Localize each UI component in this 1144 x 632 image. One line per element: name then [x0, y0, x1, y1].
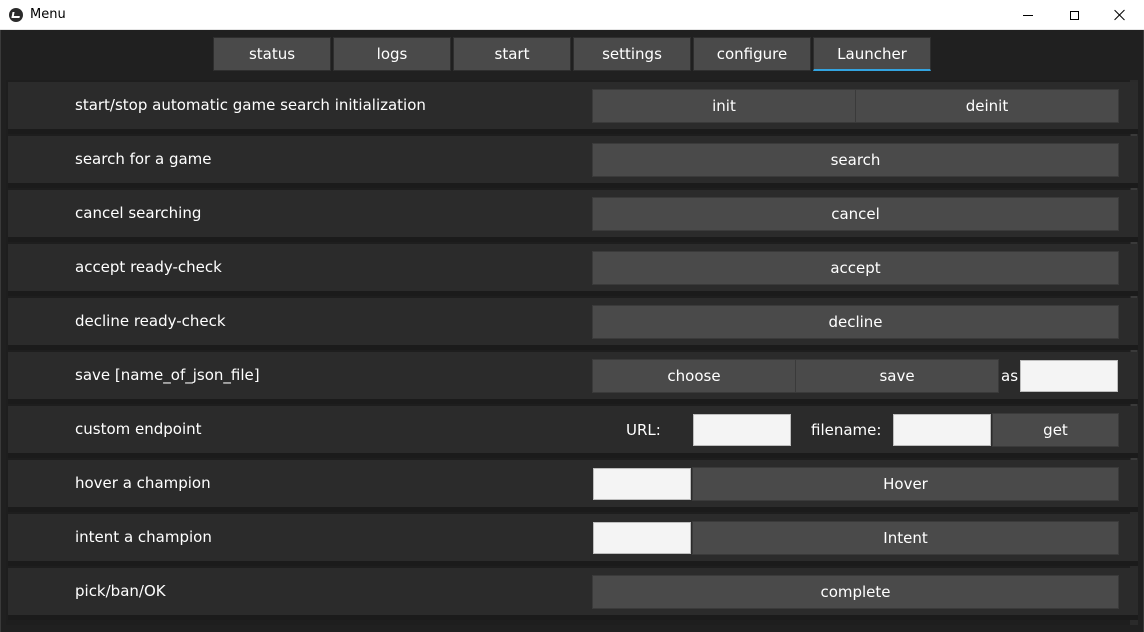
row-label: pick/ban/OK — [75, 582, 166, 600]
save-as-label: as — [1001, 367, 1019, 385]
minimize-icon — [1023, 14, 1033, 16]
minimize-button[interactable] — [1005, 0, 1051, 30]
choose-button[interactable]: choose — [592, 359, 796, 393]
filename-label: filename: — [811, 421, 882, 439]
cancel-button[interactable]: cancel — [592, 197, 1119, 231]
tab-status[interactable]: status — [213, 37, 331, 71]
filename-input[interactable] — [893, 414, 991, 446]
window-title: Menu — [30, 7, 66, 22]
url-input[interactable] — [693, 414, 791, 446]
url-label: URL: — [626, 421, 661, 439]
complete-button[interactable]: complete — [592, 575, 1119, 609]
row-label: save [name_of_json_file] — [75, 366, 260, 384]
app-logo-icon — [9, 8, 23, 22]
tab-launcher[interactable]: Launcher — [813, 37, 931, 71]
search-button[interactable]: search — [592, 143, 1119, 177]
row-label: custom endpoint — [75, 420, 202, 438]
row-label: accept ready-check — [75, 258, 222, 276]
close-icon — [1114, 9, 1126, 21]
deinit-button[interactable]: deinit — [855, 89, 1119, 123]
maximize-button[interactable] — [1051, 0, 1097, 30]
hover-champion-input[interactable] — [593, 468, 691, 500]
get-button[interactable]: get — [992, 413, 1119, 447]
tab-start[interactable]: start — [453, 37, 571, 71]
title-bar: Menu — [0, 0, 1144, 30]
row-label: start/stop automatic game search initial… — [75, 96, 426, 114]
save-button[interactable]: save — [795, 359, 999, 393]
row-label: hover a champion — [75, 474, 211, 492]
tab-configure[interactable]: configure — [693, 37, 811, 71]
intent-button[interactable]: Intent — [692, 521, 1119, 555]
tab-logs[interactable]: logs — [333, 37, 451, 71]
close-button[interactable] — [1097, 0, 1143, 30]
accept-button[interactable]: accept — [592, 251, 1119, 285]
row-label: decline ready-check — [75, 312, 226, 330]
row-label: intent a champion — [75, 528, 212, 546]
save-filename-input[interactable] — [1020, 360, 1118, 392]
row-label: search for a game — [75, 150, 212, 168]
tab-settings[interactable]: settings — [573, 37, 691, 71]
row-label: cancel searching — [75, 204, 202, 222]
intent-champion-input[interactable] — [593, 522, 691, 554]
hover-button[interactable]: Hover — [692, 467, 1119, 501]
init-button[interactable]: init — [592, 89, 856, 123]
decline-button[interactable]: decline — [592, 305, 1119, 339]
maximize-icon — [1069, 10, 1079, 20]
